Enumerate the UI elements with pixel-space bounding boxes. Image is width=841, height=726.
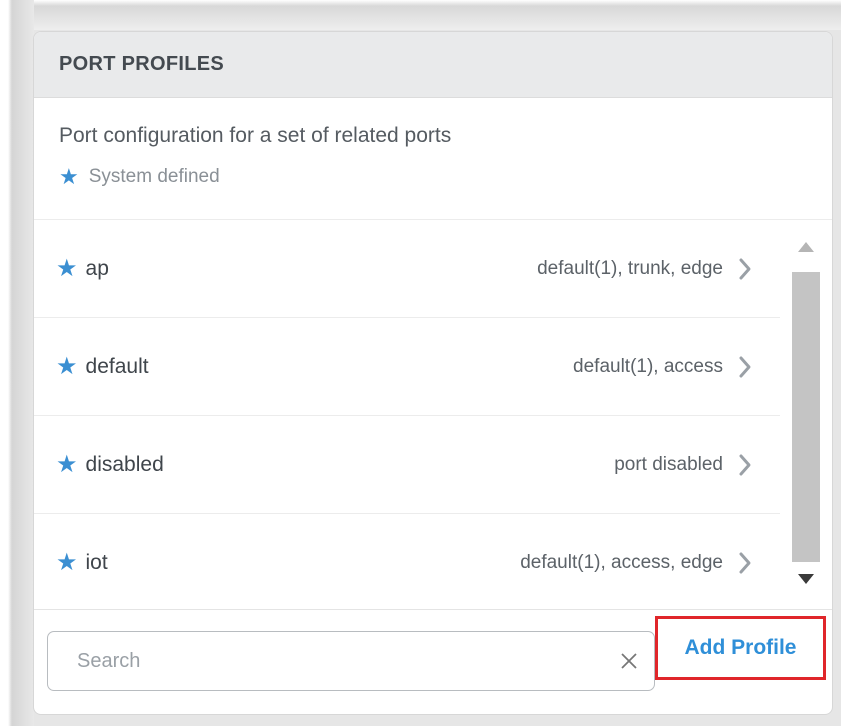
star-icon: ★ bbox=[56, 450, 78, 478]
star-icon: ★ bbox=[56, 352, 78, 380]
profile-name: default bbox=[85, 354, 149, 378]
profile-list: ★ ap default(1), trunk, edge ★ default d… bbox=[34, 220, 781, 609]
close-icon[interactable] bbox=[618, 650, 640, 672]
profile-detail: default(1), trunk, edge bbox=[537, 257, 723, 279]
search-input[interactable] bbox=[75, 648, 618, 674]
triangle-up-icon bbox=[798, 242, 814, 252]
system-defined-legend: ★ System defined bbox=[59, 166, 832, 188]
add-profile-button[interactable]: Add Profile bbox=[655, 616, 826, 680]
triangle-down-icon bbox=[798, 574, 814, 584]
panel-header: PORT PROFILES bbox=[34, 32, 832, 98]
star-icon: ★ bbox=[56, 548, 78, 576]
chevron-right-icon bbox=[735, 549, 755, 577]
star-icon: ★ bbox=[56, 254, 78, 282]
profile-detail: default(1), access bbox=[573, 355, 723, 377]
scroll-down-button[interactable] bbox=[780, 564, 832, 594]
profile-name: iot bbox=[85, 550, 108, 574]
profile-name: disabled bbox=[85, 452, 164, 476]
scroll-thumb[interactable] bbox=[792, 272, 820, 562]
panel-title: PORT PROFILES bbox=[59, 53, 225, 75]
backdrop-shadow-top bbox=[0, 0, 841, 30]
backdrop-shadow-left bbox=[0, 0, 34, 726]
profile-detail: port disabled bbox=[614, 453, 723, 475]
scroll-up-button[interactable] bbox=[780, 232, 832, 262]
port-profiles-panel: PORT PROFILES Port configuration for a s… bbox=[33, 31, 833, 715]
panel-description-area: Port configuration for a set of related … bbox=[34, 98, 832, 220]
profile-list-scrollbar[interactable] bbox=[780, 220, 832, 609]
profile-list-container: ★ ap default(1), trunk, edge ★ default d… bbox=[34, 220, 832, 610]
legend-label: System defined bbox=[88, 166, 220, 187]
star-icon: ★ bbox=[59, 164, 79, 189]
panel-description: Port configuration for a set of related … bbox=[59, 124, 452, 147]
profile-row-ap[interactable]: ★ ap default(1), trunk, edge bbox=[34, 220, 781, 318]
profile-row-default[interactable]: ★ default default(1), access bbox=[34, 318, 781, 416]
chevron-right-icon bbox=[735, 353, 755, 381]
chevron-right-icon bbox=[735, 451, 755, 479]
profile-row-disabled[interactable]: ★ disabled port disabled bbox=[34, 416, 781, 514]
profile-detail: default(1), access, edge bbox=[520, 551, 723, 573]
search-field[interactable] bbox=[47, 631, 655, 691]
profile-row-iot[interactable]: ★ iot default(1), access, edge bbox=[34, 514, 781, 609]
chevron-right-icon bbox=[735, 255, 755, 283]
profile-name: ap bbox=[85, 256, 109, 280]
panel-footer: Add Profile bbox=[34, 610, 832, 714]
